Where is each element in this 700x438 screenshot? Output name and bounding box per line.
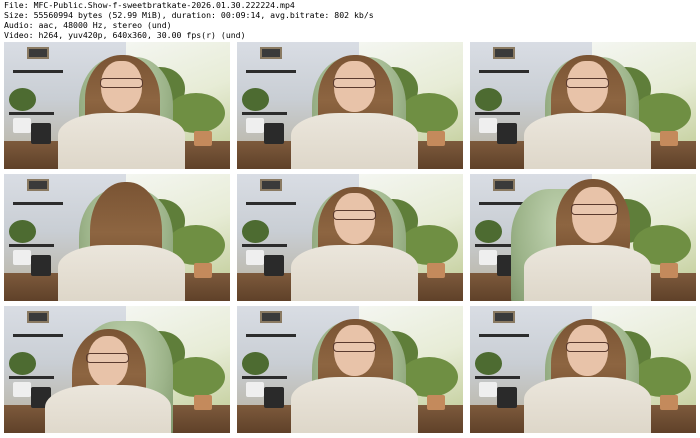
- video-thumbnail[interactable]: [4, 306, 230, 433]
- video-thumbnail[interactable]: [4, 174, 230, 301]
- thumbnail-grid: [4, 42, 696, 434]
- audio-info-text: Audio: aac, 48000 Hz, stereo (und): [4, 20, 172, 30]
- video-thumbnail[interactable]: [470, 42, 696, 169]
- video-thumbnail[interactable]: [237, 174, 463, 301]
- video-thumbnail[interactable]: [237, 42, 463, 169]
- video-thumbnail[interactable]: [237, 306, 463, 433]
- video-thumbnail[interactable]: [470, 306, 696, 433]
- file-info-header: File: MFC-Public.Show-f-sweetbratkate-20…: [4, 0, 696, 40]
- video-info-text: Video: h264, yuv420p, 640x360, 30.00 fps…: [4, 30, 246, 40]
- file-size-text: Size: 55560994 bytes (52.99 MiB), durati…: [4, 10, 374, 20]
- video-thumbnail[interactable]: [4, 42, 230, 169]
- video-thumbnail[interactable]: [470, 174, 696, 301]
- file-name-text: File: MFC-Public.Show-f-sweetbratkate-20…: [4, 0, 295, 10]
